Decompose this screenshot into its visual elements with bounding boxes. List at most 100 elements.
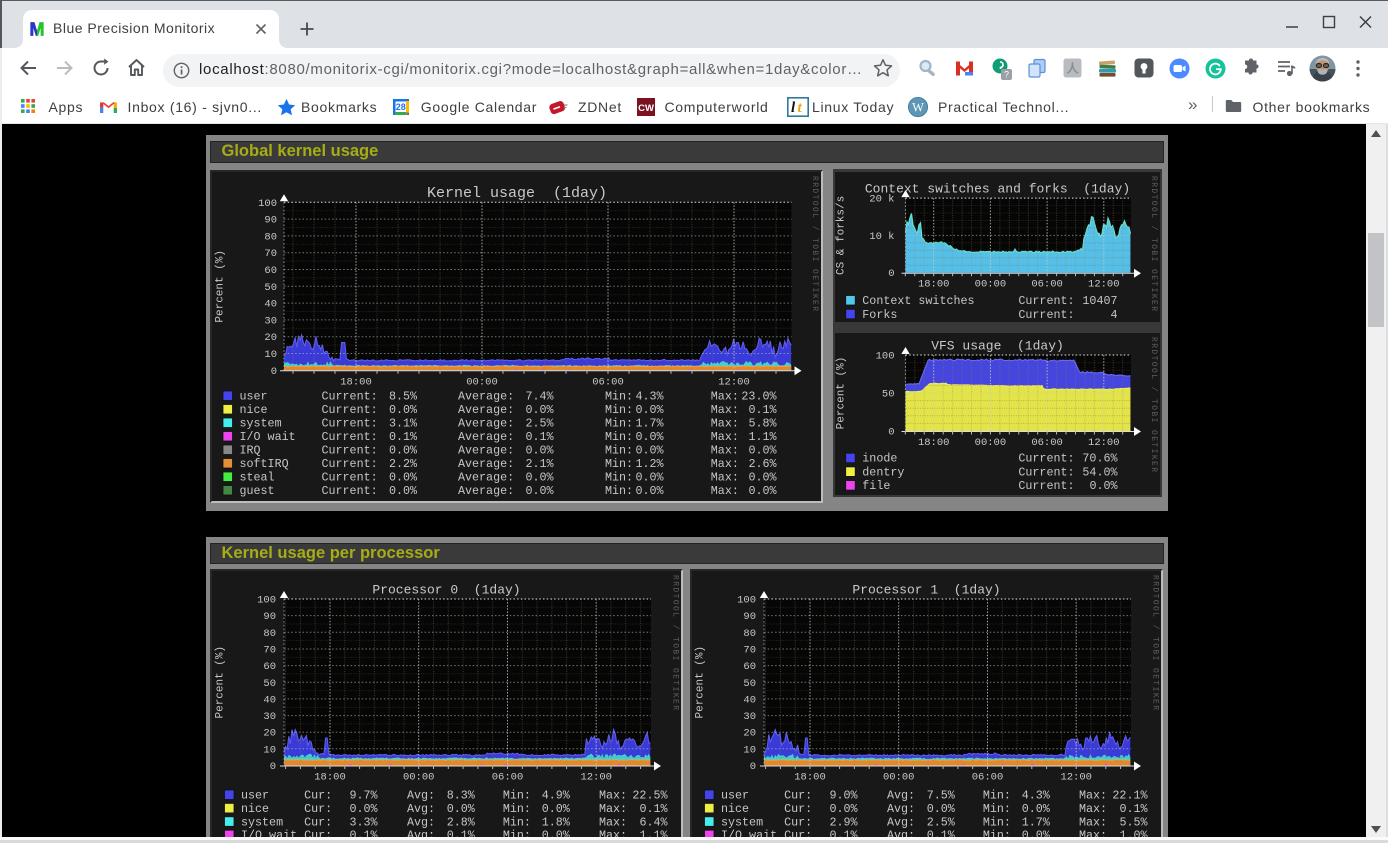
svg-text:12:00: 12:00	[1088, 279, 1120, 291]
svg-text:18:00: 18:00	[918, 437, 950, 449]
svg-text:4.9%: 4.9%	[541, 789, 570, 803]
svg-text:54.0%: 54.0%	[1082, 465, 1118, 479]
svg-text:人: 人	[1066, 61, 1079, 76]
svg-text:Cur:: Cur:	[784, 802, 812, 816]
svg-text:3.3%: 3.3%	[349, 815, 378, 829]
svg-text:0.0%: 0.0%	[525, 471, 554, 485]
svg-text:0.1%: 0.1%	[829, 829, 858, 837]
svg-text:Max:: Max:	[599, 815, 627, 829]
svg-text:10 k: 10 k	[869, 231, 894, 243]
svg-text:0.1%: 0.1%	[639, 802, 668, 816]
svg-text:0.0%: 0.0%	[635, 484, 664, 498]
svg-text:20: 20	[264, 332, 277, 344]
svg-text:I/O wait: I/O wait	[721, 829, 777, 837]
svg-text:6.4%: 6.4%	[639, 815, 668, 829]
svg-text:Min:: Min:	[982, 815, 1010, 829]
svg-text:Max:: Max:	[710, 457, 738, 471]
svg-text:Kernel usage (1day): Kernel usage (1day)	[426, 185, 606, 202]
svg-text:Max:: Max:	[1079, 815, 1107, 829]
svg-text:100: 100	[257, 595, 276, 607]
svg-text:0.1%: 0.1%	[1119, 802, 1148, 816]
svg-text:0.1%: 0.1%	[926, 829, 955, 837]
svg-text:0: 0	[270, 366, 276, 378]
svg-text:Max:: Max:	[1079, 829, 1107, 837]
svg-text:Cur:: Cur:	[784, 815, 812, 829]
svg-text:2.6%: 2.6%	[748, 457, 777, 471]
svg-text:10: 10	[263, 744, 276, 756]
svg-text:00:00: 00:00	[402, 772, 434, 784]
svg-text:user: user	[241, 789, 269, 803]
svg-text:0.0%: 0.0%	[525, 403, 554, 417]
svg-text:06:00: 06:00	[491, 772, 523, 784]
svg-text:2.8%: 2.8%	[446, 815, 475, 829]
svg-text:user: user	[239, 390, 267, 404]
svg-text:Min:: Min:	[502, 829, 530, 837]
svg-text:Max:: Max:	[710, 417, 738, 431]
svg-text:4.3%: 4.3%	[1021, 789, 1050, 803]
svg-text:1.1%: 1.1%	[748, 430, 777, 444]
svg-text:00:00: 00:00	[975, 279, 1007, 291]
svg-text:Min:: Min:	[502, 815, 530, 829]
svg-text:7.4%: 7.4%	[525, 390, 554, 404]
svg-text:50: 50	[882, 389, 895, 401]
svg-text:30: 30	[743, 711, 756, 723]
svg-text:0.0%: 0.0%	[1021, 802, 1050, 816]
svg-text:Avg:: Avg:	[887, 802, 915, 816]
svg-text:softIRQ: softIRQ	[239, 457, 288, 471]
svg-text:dentry: dentry	[862, 465, 904, 479]
svg-text:0.0%: 0.0%	[829, 802, 858, 816]
svg-text:inode: inode	[862, 452, 897, 466]
svg-text:0.0%: 0.0%	[748, 444, 777, 458]
svg-text:0.0%: 0.0%	[525, 484, 554, 498]
svg-text:Average:: Average:	[458, 390, 514, 404]
svg-text:Current:: Current:	[1018, 294, 1074, 308]
svg-text:Average:: Average:	[458, 417, 514, 431]
svg-text:3.1%: 3.1%	[388, 417, 417, 431]
svg-text:0.1%: 0.1%	[388, 430, 417, 444]
svg-text:Current:: Current:	[321, 444, 377, 458]
svg-text:CW: CW	[638, 103, 654, 114]
svg-text:guest: guest	[239, 484, 274, 498]
svg-text:2.2%: 2.2%	[388, 457, 417, 471]
svg-text:Max:: Max:	[710, 430, 738, 444]
svg-text:20 k: 20 k	[869, 194, 894, 206]
svg-text:80: 80	[743, 628, 756, 640]
svg-text:Min:: Min:	[982, 829, 1010, 837]
svg-text:Max:: Max:	[599, 789, 627, 803]
svg-text:5.5%: 5.5%	[1119, 815, 1148, 829]
svg-text:system: system	[241, 815, 283, 829]
svg-text:system: system	[239, 417, 281, 431]
svg-text:Percent (%): Percent (%)	[214, 250, 226, 323]
svg-text:50: 50	[264, 282, 277, 294]
svg-text:Max:: Max:	[1079, 802, 1107, 816]
svg-text:0.0%: 0.0%	[349, 802, 378, 816]
svg-text:18:00: 18:00	[918, 279, 950, 291]
svg-text:W: W	[912, 101, 924, 115]
svg-text:RRDTOOL / TOBI OETIKER: RRDTOOL / TOBI OETIKER	[1149, 337, 1158, 473]
svg-text:Context switches: Context switches	[862, 294, 974, 308]
svg-text:80: 80	[264, 231, 277, 243]
svg-text:0.0%: 0.0%	[388, 484, 417, 498]
svg-text:Max:: Max:	[710, 471, 738, 485]
svg-text:Current:: Current:	[321, 471, 377, 485]
svg-text:VFS usage (1day): VFS usage (1day)	[931, 339, 1064, 354]
svg-text:8.5%: 8.5%	[388, 390, 417, 404]
svg-text:Average:: Average:	[458, 444, 514, 458]
svg-text:Min:: Min:	[605, 417, 633, 431]
svg-text:8.3%: 8.3%	[446, 789, 475, 803]
svg-text:Average:: Average:	[458, 430, 514, 444]
svg-text:0.0%: 0.0%	[1021, 829, 1050, 837]
svg-text:100: 100	[258, 198, 277, 210]
svg-text:90: 90	[263, 611, 276, 623]
svg-text:Min:: Min:	[982, 789, 1010, 803]
svg-text:Current:: Current:	[321, 417, 377, 431]
svg-text:Min:: Min:	[605, 444, 633, 458]
svg-text:Percent (%): Percent (%)	[214, 646, 226, 719]
svg-text:Max:: Max:	[710, 484, 738, 498]
svg-text:0.0%: 0.0%	[388, 444, 417, 458]
svg-text:90: 90	[264, 215, 277, 227]
svg-text:0: 0	[888, 268, 894, 280]
svg-text:CS & forks/s: CS & forks/s	[836, 196, 848, 275]
svg-text:Min:: Min:	[605, 390, 633, 404]
svg-text:Current:: Current:	[1018, 465, 1074, 479]
